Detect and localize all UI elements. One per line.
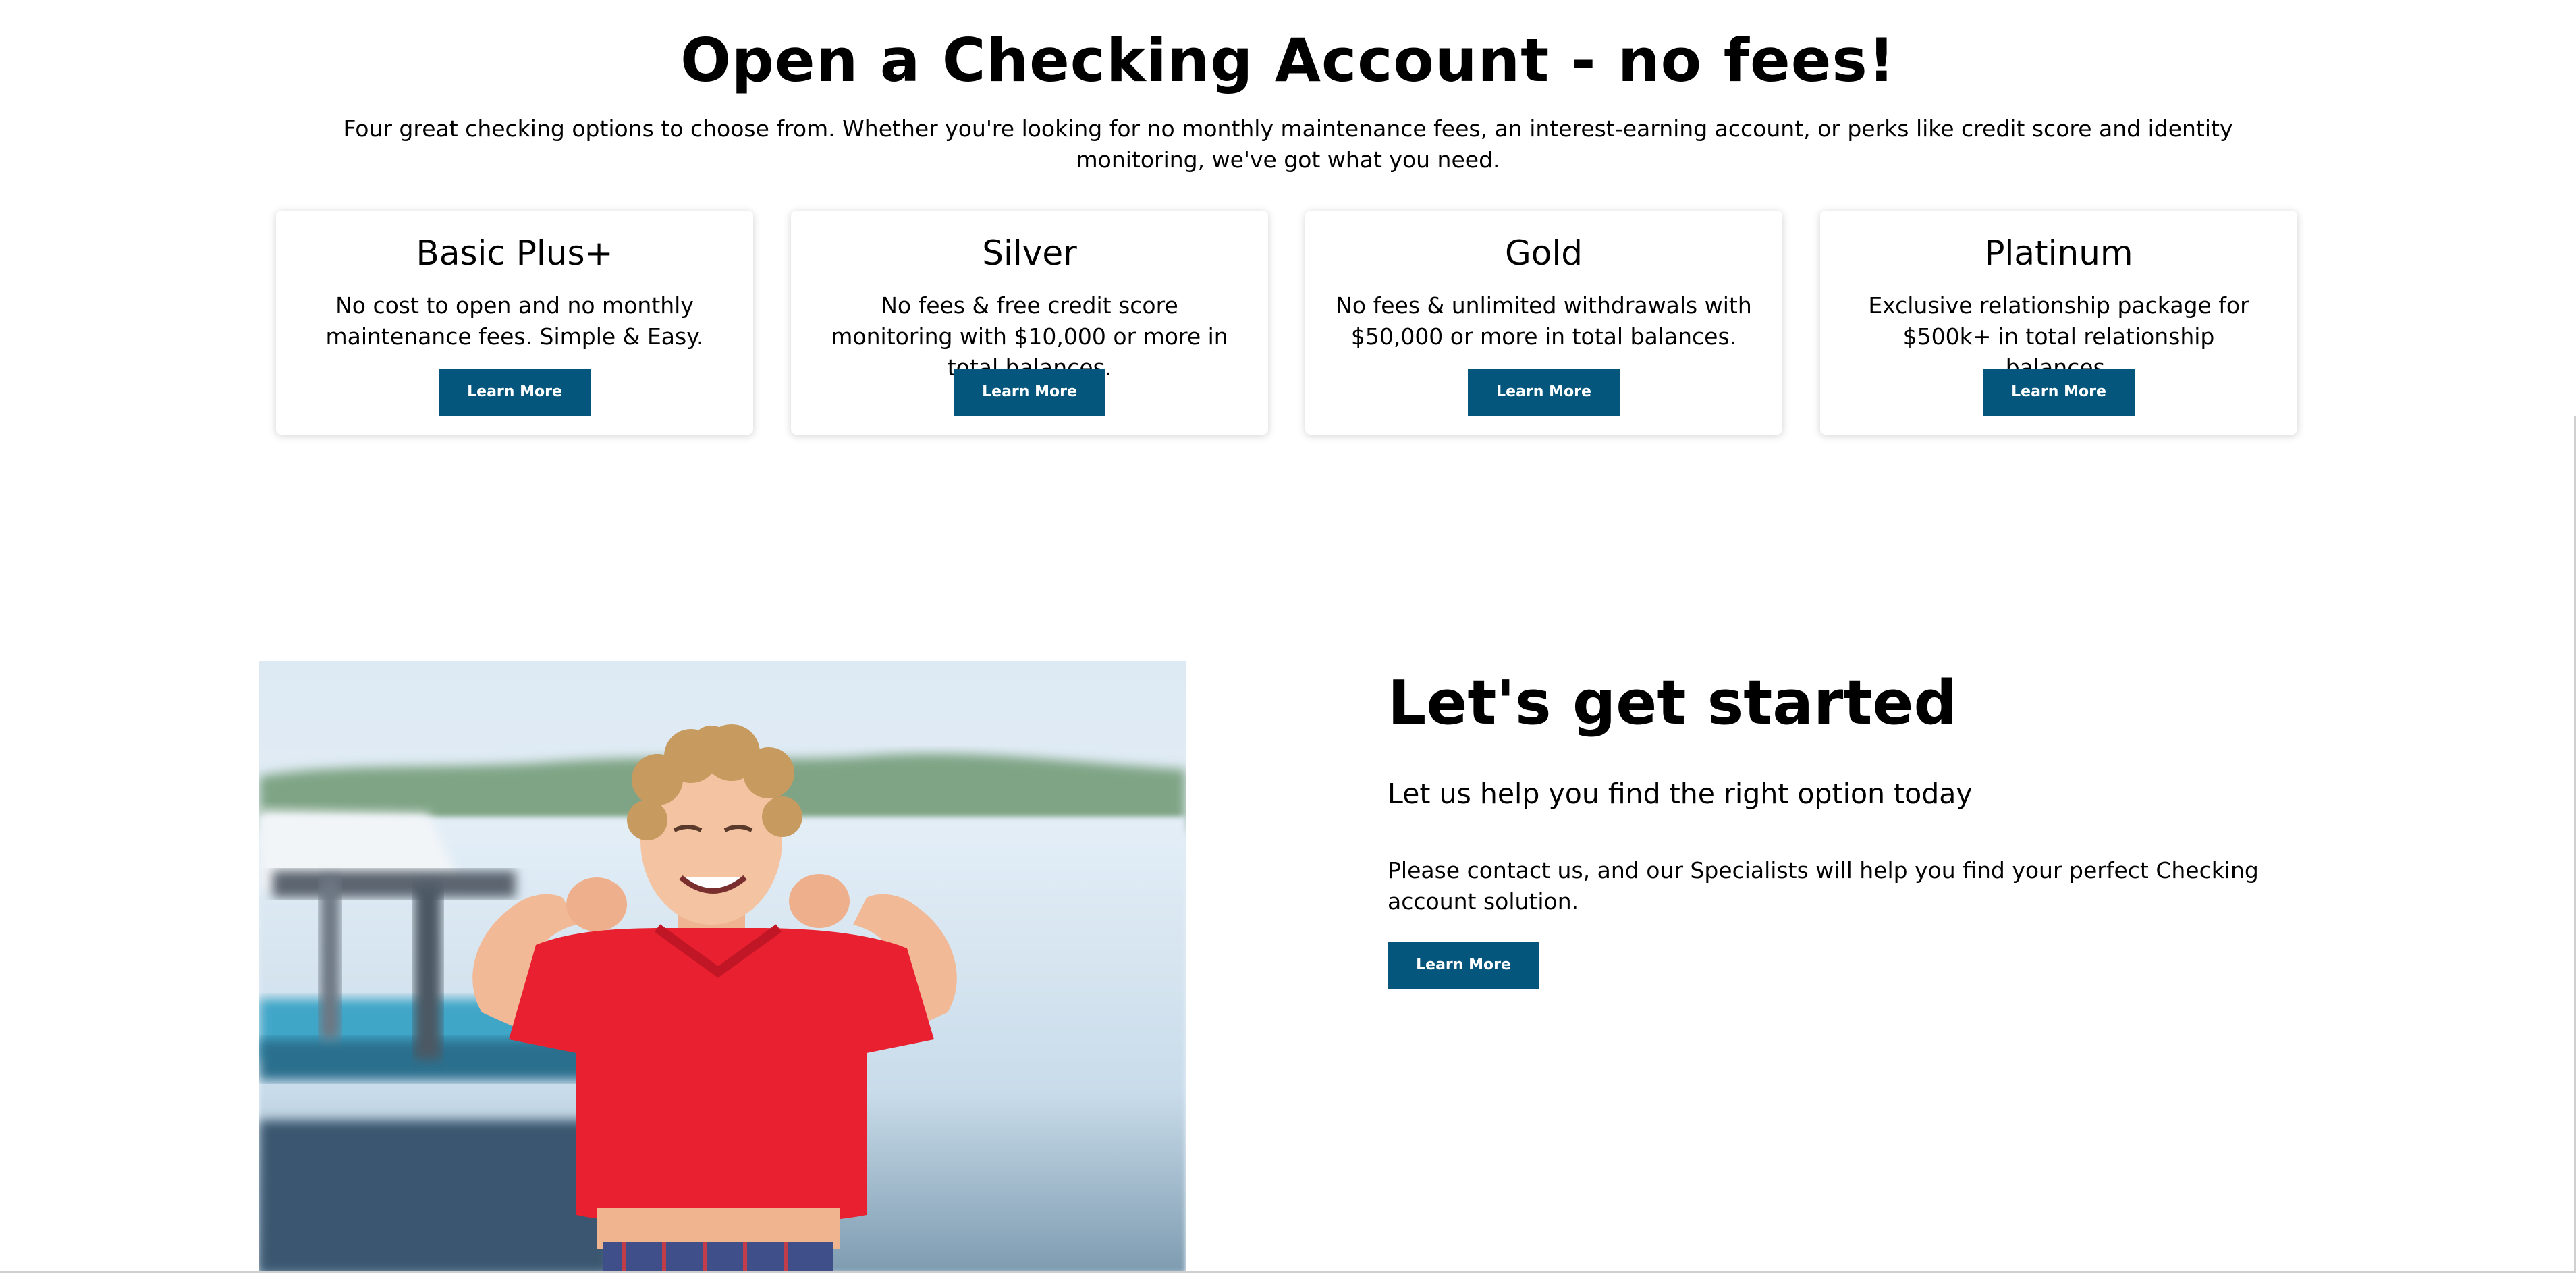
card-platinum: Platinum Exclusive relationship package … (1820, 211, 2297, 435)
get-started-learn-more-button[interactable]: Learn More (1388, 942, 1539, 989)
gold-learn-more-button[interactable]: Learn More (1468, 369, 1620, 416)
basic-plus-learn-more-button[interactable]: Learn More (439, 369, 591, 416)
card-description: No fees & unlimited withdrawals with $50… (1336, 292, 1752, 350)
page: Open a Checking Account - no fees! Four … (0, 0, 2576, 1273)
page-title: Open a Checking Account - no fees! (680, 26, 1896, 95)
card-description: No cost to open and no monthly maintenan… (325, 292, 704, 350)
get-started-title: Let's get started (1388, 668, 1957, 738)
card-title: Gold (1505, 234, 1583, 273)
card-title: Silver (982, 234, 1077, 273)
card-title: Basic Plus+ (416, 234, 613, 273)
card-gold: Gold No fees & unlimited withdrawals wit… (1305, 211, 1782, 435)
card-silver: Silver No fees & free credit score monit… (791, 211, 1268, 435)
get-started-subtitle: Let us help you find the right option to… (1388, 778, 1973, 810)
account-cards: Basic Plus+ No cost to open and no month… (276, 211, 2298, 436)
card-basic-plus: Basic Plus+ No cost to open and no month… (276, 211, 753, 435)
platinum-learn-more-button[interactable]: Learn More (1983, 369, 2135, 416)
page-subtitle: Four great checking options to choose fr… (343, 115, 2233, 173)
get-started-body: Please contact us, and our Specialists w… (1388, 857, 2259, 915)
card-title: Platinum (1984, 234, 2133, 273)
child-flexing-photo (259, 661, 1186, 1273)
silver-learn-more-button[interactable]: Learn More (954, 369, 1105, 416)
